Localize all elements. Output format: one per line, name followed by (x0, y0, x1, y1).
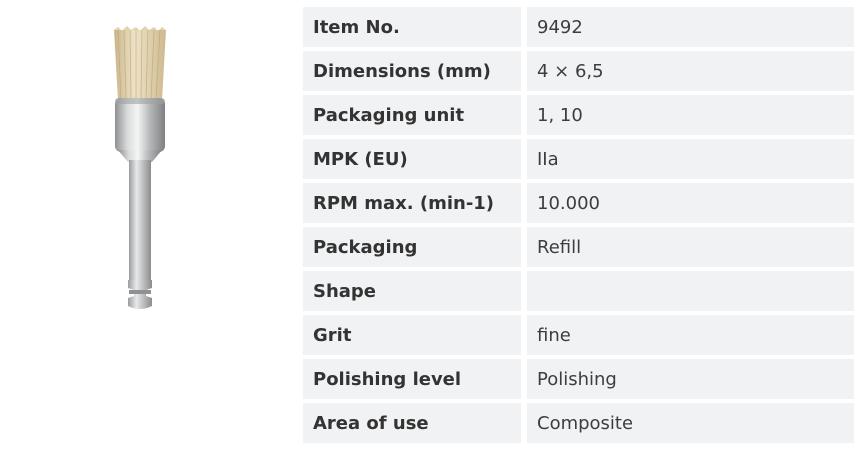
spec-value: fine (527, 315, 854, 355)
spec-value: IIa (527, 139, 854, 179)
spec-value: Polishing (527, 359, 854, 399)
spec-label: Packaging unit (303, 95, 521, 135)
polishing-brush-icon (114, 26, 166, 309)
spec-label: Packaging (303, 227, 521, 267)
spec-value: 10.000 (527, 183, 854, 223)
spec-label: Grit (303, 315, 521, 355)
spec-value: Composite (527, 403, 854, 443)
spec-label: RPM max. (min-1) (303, 183, 521, 223)
spec-row-grit: Grit fine (303, 315, 854, 355)
spec-row-polishing-level: Polishing level Polishing (303, 359, 854, 399)
spec-row-item-no: Item No. 9492 (303, 7, 854, 47)
spec-value: Refill (527, 227, 854, 267)
product-image (100, 22, 180, 314)
spec-label: MPK (EU) (303, 139, 521, 179)
spec-label: Shape (303, 271, 521, 311)
spec-row-packaging-unit: Packaging unit 1, 10 (303, 95, 854, 135)
spec-row-area-of-use: Area of use Composite (303, 403, 854, 443)
spec-value (527, 271, 854, 311)
spec-row-mpk: MPK (EU) IIa (303, 139, 854, 179)
spec-row-dimensions: Dimensions (mm) 4 × 6,5 (303, 51, 854, 91)
spec-table: Item No. 9492 Dimensions (mm) 4 × 6,5 Pa… (303, 7, 854, 447)
spec-label: Polishing level (303, 359, 521, 399)
spec-row-packaging: Packaging Refill (303, 227, 854, 267)
spec-row-rpm-max: RPM max. (min-1) 10.000 (303, 183, 854, 223)
spec-label: Dimensions (mm) (303, 51, 521, 91)
spec-row-shape: Shape (303, 271, 854, 311)
spec-value: 9492 (527, 7, 854, 47)
spec-label: Item No. (303, 7, 521, 47)
spec-value: 4 × 6,5 (527, 51, 854, 91)
spec-label: Area of use (303, 403, 521, 443)
spec-value: 1, 10 (527, 95, 854, 135)
